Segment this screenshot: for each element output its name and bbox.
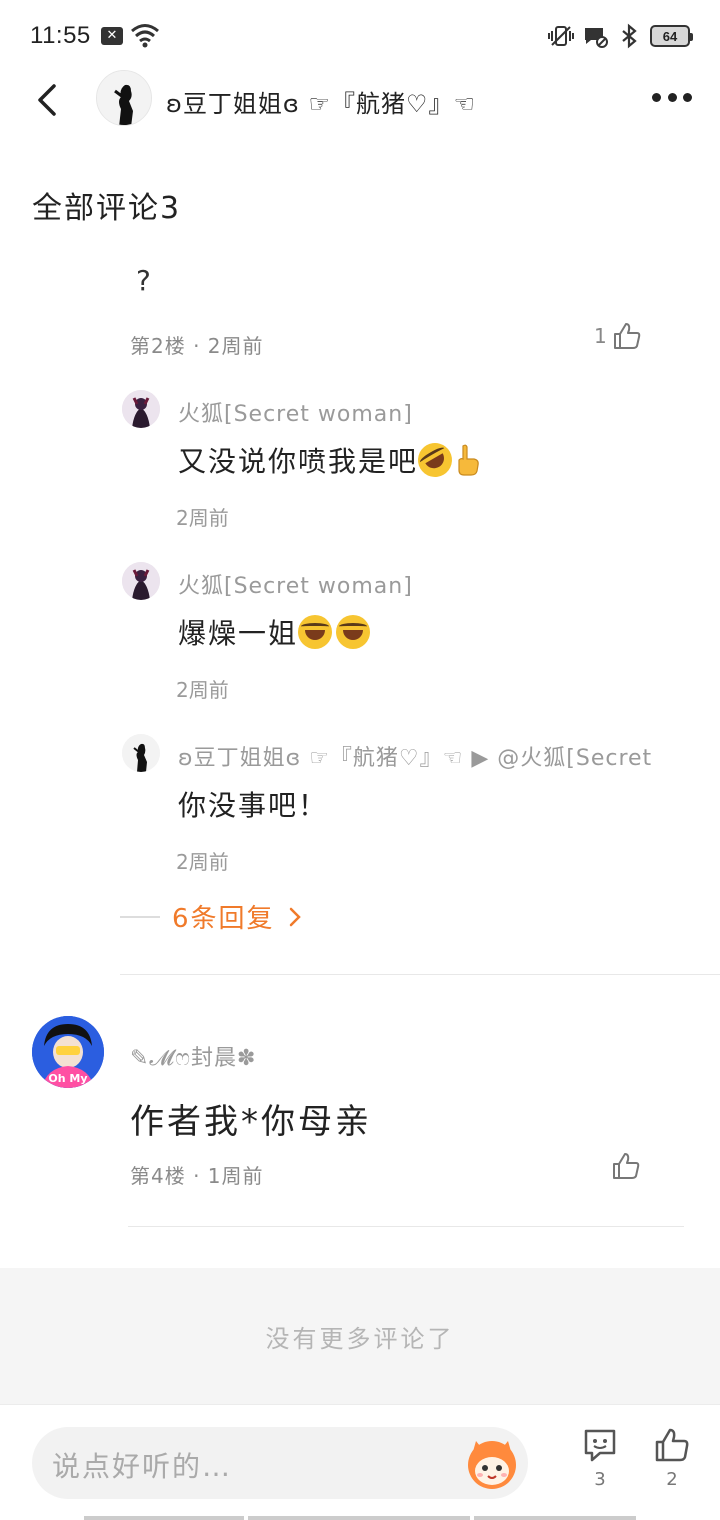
- thumbs-up-icon: [655, 1428, 689, 1462]
- view-more-replies-button[interactable]: 6条回复: [120, 898, 303, 935]
- wifi-icon: [131, 24, 159, 48]
- comments-button[interactable]: 3: [578, 1425, 622, 1490]
- no-more-label: 没有更多评论了: [265, 1324, 455, 1353]
- chevron-right-icon: [289, 907, 301, 926]
- battery-level: 64: [662, 28, 678, 44]
- status-time: 11:55: [30, 22, 91, 49]
- pointing-up-emoji-icon: [458, 444, 479, 476]
- author-avatar[interactable]: [96, 70, 152, 126]
- thumbs-up-icon: [613, 1153, 640, 1179]
- divider: [120, 974, 720, 975]
- page-title[interactable]: ʚ豆丁姐姐ɞ ☞『航猪♡』☜: [166, 84, 476, 119]
- comment-meta: 第2楼 · 2周前: [130, 334, 264, 358]
- reply-avatar[interactable]: [122, 390, 160, 428]
- thumbs-up-icon: [613, 323, 640, 349]
- bottom-bar: 说点好听的… 3 2: [0, 1404, 720, 1520]
- status-bar: 11:55 ✕ 64: [0, 0, 720, 72]
- joy-emoji-icon: [336, 615, 371, 649]
- reply-author[interactable]: ʚ豆丁姐姐ɞ ☞『航猪♡』☜ ▶ @火狐[Secret: [178, 740, 652, 772]
- like-count: 1: [594, 324, 607, 348]
- comment-input[interactable]: 说点好听的…: [32, 1427, 528, 1499]
- svg-text:Oh My: Oh My: [48, 1072, 87, 1085]
- reply-time: 2周前: [176, 678, 229, 702]
- comment-like-button[interactable]: [610, 1150, 642, 1182]
- reply-time: 2周前: [176, 850, 229, 874]
- reply-text[interactable]: 你没事吧！: [178, 784, 328, 824]
- like-count: 2: [666, 1469, 678, 1490]
- header: ʚ豆丁姐姐ɞ ☞『航猪♡』☜: [0, 70, 720, 130]
- battery-icon: 64: [650, 25, 693, 47]
- comment-text[interactable]: 作者我*你母亲: [130, 1094, 372, 1143]
- comment-meta: 第4楼 · 1周前: [130, 1164, 264, 1188]
- comment-input-placeholder: 说点好听的…: [52, 1450, 233, 1483]
- divider: [128, 1226, 684, 1227]
- back-icon[interactable]: [30, 82, 66, 118]
- reply-avatar[interactable]: [122, 562, 160, 600]
- more-dot-icon: [683, 92, 692, 102]
- comment-text[interactable]: ?: [136, 264, 151, 297]
- vibrate-icon: [548, 26, 574, 46]
- more-dot-icon: [667, 92, 677, 102]
- reply-text[interactable]: 爆燥一姐: [178, 612, 371, 652]
- comment-icon: [584, 1429, 616, 1462]
- reply-text[interactable]: 又没说你喷我是吧: [178, 436, 482, 484]
- nav-indicator: [248, 1516, 470, 1520]
- more-replies-line: [120, 915, 160, 918]
- like-button[interactable]: 2: [650, 1425, 694, 1490]
- section-title: 全部评论3: [32, 191, 182, 226]
- notification-icon: ✕: [101, 27, 123, 45]
- reply-text-content: 又没说你喷我是吧: [178, 445, 419, 478]
- comment-like-button[interactable]: 1: [594, 320, 643, 352]
- more-replies-label: 6条回复: [172, 904, 275, 934]
- comment-count: 3: [594, 1469, 606, 1490]
- reply-author[interactable]: 火狐[Secret woman]: [178, 568, 413, 600]
- more-dot-icon: [652, 92, 661, 102]
- nav-indicator: [84, 1516, 244, 1520]
- commenter-name[interactable]: ✎𝓜ෆ封晨✽: [130, 1040, 256, 1072]
- reply-time: 2周前: [176, 506, 229, 530]
- message-blocked-icon: [585, 28, 608, 48]
- more-options-button[interactable]: [652, 90, 692, 104]
- joy-emoji-icon: [298, 615, 333, 649]
- commenter-avatar[interactable]: Oh My: [32, 1016, 104, 1088]
- no-more-comments: 没有更多评论了: [0, 1268, 720, 1404]
- mascot-emoji-icon[interactable]: [462, 1435, 522, 1491]
- reply-text-content: 爆燥一姐: [178, 617, 299, 650]
- bluetooth-icon: [622, 23, 637, 49]
- reply-avatar[interactable]: [122, 734, 160, 772]
- nav-indicator: [474, 1516, 636, 1520]
- reply-author[interactable]: 火狐[Secret woman]: [178, 396, 413, 428]
